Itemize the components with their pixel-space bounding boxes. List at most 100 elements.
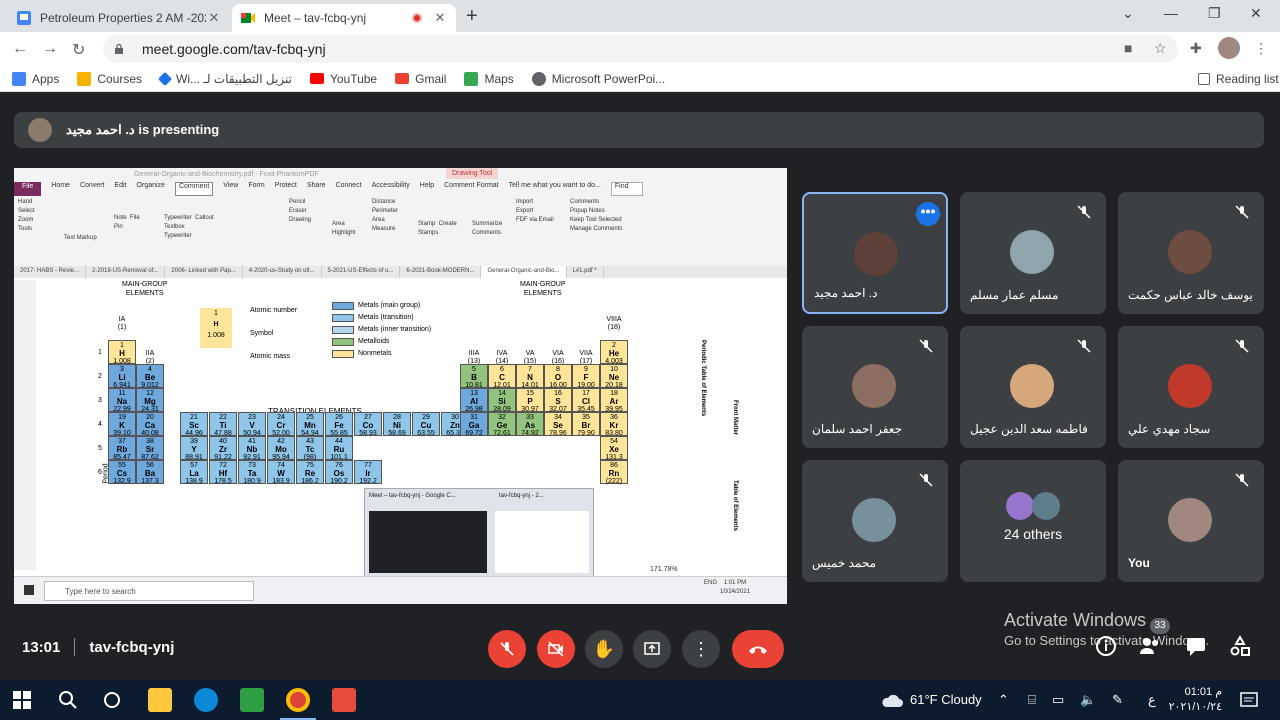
people-icon[interactable] [1138,634,1162,658]
element-cell: 40 Zr 91.22 [209,436,237,461]
element-symbol: Tc [305,445,315,454]
element-symbol: Ru [333,445,345,454]
menu-item: Home [51,182,70,189]
participant-tile[interactable]: مسلم عمار مسلم [960,192,1106,314]
activate-line1: Activate Windows [1004,610,1147,630]
key-label: Atomic mass [250,353,291,360]
address-bar[interactable]: meet.google.com/tav-fcbq-ynj [103,35,1178,63]
element-mass: (222) [605,478,623,485]
element-symbol: Y [191,445,197,454]
camtasia-recorder-icon[interactable] [332,688,356,712]
reading-list[interactable]: Reading list [1198,72,1279,86]
element-symbol: Ta [247,469,257,478]
participant-name: جعفر احمد سلمان [812,422,902,436]
profile-avatar[interactable] [1218,37,1240,59]
element-cell: 42 Mo 95.94 [267,436,295,461]
pen-icon[interactable]: ✎ [1112,692,1123,708]
camera-icon[interactable]: ■ [1124,40,1132,56]
element-cell: 56 Ba 137.3 [136,460,164,485]
weather-text[interactable]: 61°F Cloudy [910,692,982,707]
bookmark-star-icon[interactable]: ☆ [1154,40,1167,57]
edge-icon[interactable] [194,688,218,712]
period-number: 3 [98,397,102,404]
diamond-icon [157,71,173,86]
raise-hand-button[interactable]: ✋ [585,630,623,668]
bookmark-maps[interactable]: Maps [464,71,514,86]
side-note: Front Matter [732,400,738,435]
element-number: 13 [470,390,478,397]
period-number: 5 [98,445,102,452]
participant-tile[interactable]: جعفر احمد سلمان [802,326,948,448]
close-tab-icon[interactable]: ✕ [432,10,448,26]
pdf-zoom: 171.78% [650,566,678,573]
bookmark-apps[interactable]: Apps [12,71,59,86]
maximize-button[interactable]: ❐ [1208,5,1221,22]
element-symbol: O [554,373,562,382]
close-window-button[interactable]: ✕ [1250,5,1262,22]
menu-icon[interactable]: ⋮ [1254,40,1268,57]
legend-swatch [332,326,354,334]
new-tab-button[interactable]: + [466,5,478,28]
participant-tile[interactable]: فاطمه سعد الدين عجيل [960,326,1106,448]
element-number: 54 [610,438,618,445]
mic-toggle-button[interactable] [488,630,526,668]
element-symbol: P [527,397,533,406]
extensions-icon[interactable]: ✚ [1190,40,1202,57]
participant-tile[interactable]: محمد خميس [802,460,948,582]
notifications-icon[interactable] [1238,689,1260,711]
thumb-meet-2 [495,511,589,573]
participant-tile[interactable]: سجاد مهدي علي [1118,326,1264,448]
bookmark-courses[interactable]: Courses [77,71,142,86]
element-cell: 6 C 12.01 [488,364,516,389]
language-indicator[interactable]: ع [1148,692,1156,708]
participant-tile[interactable]: يوسف خالد عباس حكمت [1118,192,1264,314]
bookmark-gmail[interactable]: Gmail [395,72,446,86]
camera-toggle-button[interactable] [537,630,575,668]
chat-icon[interactable] [1184,634,1208,658]
more-options-icon[interactable]: ••• [916,202,940,226]
pdf-menu: File Home Convert Edit Organize Comment … [14,182,787,196]
participant-tile[interactable]: ••• د. احمد مجيد [802,192,948,314]
forward-icon[interactable]: → [42,40,58,58]
element-mass: 190.2 [330,478,348,485]
bookmark-powerpoint[interactable]: Microsoft PowerPoi... [531,71,665,86]
leave-call-button[interactable] [732,630,784,668]
participant-tile[interactable]: 24 others [960,460,1106,582]
chrome-icon[interactable] [286,688,310,712]
bookmark-youtube[interactable]: YouTube [309,72,377,86]
tab-petroleum[interactable]: Petroleum Properties 2 AM -2022 ✕ [8,4,230,32]
tab-meet[interactable]: Meet – tav-fcbq-ynj ✕ [232,4,456,32]
avatar [852,364,896,408]
more-options-button[interactable]: ⋮ [682,630,720,668]
volume-icon[interactable]: 🔈 [1080,692,1096,708]
element-cell: 34 Se 78.96 [544,412,572,437]
camtasia-icon[interactable] [240,688,264,712]
cloud-icon [882,694,903,707]
menu-item: Form [248,182,265,189]
close-tab-icon[interactable]: ✕ [206,10,222,26]
search-icon[interactable] [56,688,80,712]
participant-tile-self[interactable]: You [1118,460,1264,582]
network-icon[interactable]: ⌸ [1028,692,1036,708]
activities-icon[interactable] [1228,634,1252,658]
element-symbol: Os [333,469,345,478]
bookmark-apps-download[interactable]: Wi... تنزيل التطبيقات لـ [157,71,292,86]
tab-search-icon[interactable]: ⌄ [1122,5,1134,22]
file-explorer-icon[interactable] [148,688,172,712]
side-note: Periodic Table of Elements [700,340,706,417]
shared-screen: General-Organic-and-Biochemistry.pdf - F… [14,168,787,604]
reload-icon[interactable]: ↻ [72,40,85,60]
element-number: 11 [118,390,126,397]
windows-start-icon[interactable] [10,688,34,712]
element-number: 33 [526,414,534,421]
present-button[interactable] [633,630,671,668]
back-icon[interactable]: ← [12,40,28,58]
element-cell: 16 S 32.07 [544,388,572,413]
task-view-icon[interactable] [100,688,124,712]
element-cell: 35 Br 79.90 [572,412,600,437]
info-icon[interactable] [1094,634,1118,658]
battery-icon[interactable]: ▭ [1052,692,1064,708]
minimize-button[interactable]: — [1164,5,1178,21]
system-clock[interactable]: 01:01 م ٢٠٢١/١٠/٢٤ [1168,685,1222,715]
chevron-up-icon[interactable]: ⌃ [998,692,1009,708]
